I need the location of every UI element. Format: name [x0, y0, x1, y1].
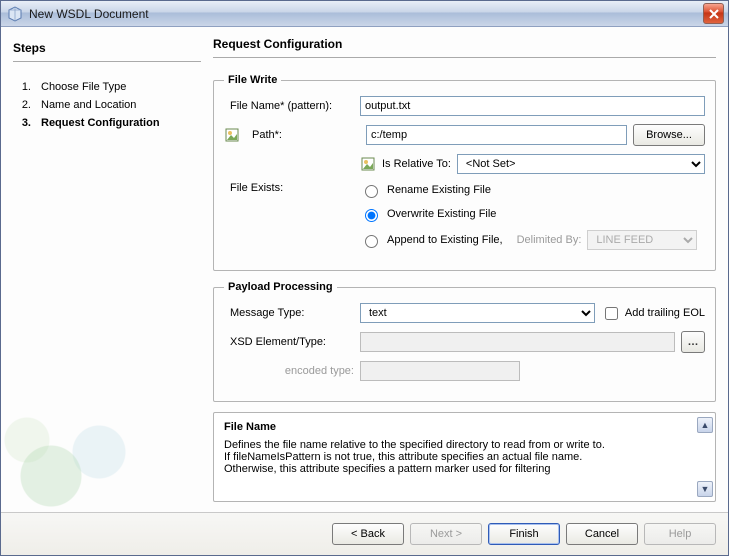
is-relative-label: Is Relative To:: [382, 158, 451, 170]
description-line: If fileNameIsPattern is not true, this a…: [224, 451, 705, 463]
payload-legend: Payload Processing: [224, 281, 337, 293]
dialog-footer: < Back Next > Finish Cancel Help: [1, 512, 728, 555]
radio-overwrite-input[interactable]: [365, 209, 378, 222]
xsd-label: XSD Element/Type:: [224, 336, 354, 348]
file-name-label: File Name* (pattern):: [224, 100, 354, 112]
radio-append[interactable]: Append to Existing File, Delimited By: L…: [360, 230, 697, 250]
description-line: Otherwise, this attribute specifies a pa…: [224, 463, 705, 475]
decorative-bubbles: [3, 392, 163, 512]
steps-list: 1. Choose File Type 2. Name and Location…: [13, 78, 201, 132]
cancel-button[interactable]: Cancel: [566, 523, 638, 545]
step-label: Name and Location: [41, 99, 136, 111]
steps-heading: Steps: [13, 41, 201, 62]
file-exists-label: File Exists:: [224, 182, 354, 194]
payload-group: Payload Processing Message Type: text Ad…: [213, 281, 716, 402]
path-icon: [224, 127, 240, 143]
delimited-by-label: Delimited By:: [517, 234, 582, 246]
message-type-label: Message Type:: [224, 307, 354, 319]
add-trailing-eol-checkbox[interactable]: [605, 307, 618, 320]
help-button: Help: [644, 523, 716, 545]
xsd-browse-button[interactable]: …: [681, 331, 705, 353]
delimiter-select: LINE FEED: [587, 230, 697, 250]
add-trailing-eol[interactable]: Add trailing EOL: [601, 304, 705, 323]
steps-panel: 1. Choose File Type 2. Name and Location…: [13, 74, 201, 502]
close-button[interactable]: [703, 3, 724, 24]
file-name-input[interactable]: [360, 96, 705, 116]
step-item: 1. Choose File Type: [13, 78, 201, 96]
description-panel: File Name Defines the file name relative…: [213, 412, 716, 502]
step-item: 2. Name and Location: [13, 96, 201, 114]
page-title: Request Configuration: [213, 37, 716, 58]
radio-rename-input[interactable]: [365, 185, 378, 198]
file-write-group: File Write File Name* (pattern): Path*: …: [213, 74, 716, 271]
file-write-legend: File Write: [224, 74, 281, 86]
radio-rename[interactable]: Rename Existing File: [360, 182, 697, 198]
scroll-up-button[interactable]: ▲: [697, 417, 713, 433]
back-button[interactable]: < Back: [332, 523, 404, 545]
step-label: Choose File Type: [41, 81, 126, 93]
radio-overwrite[interactable]: Overwrite Existing File: [360, 206, 697, 222]
xsd-input: [360, 332, 675, 352]
description-line: Defines the file name relative to the sp…: [224, 439, 705, 451]
step-label: Request Configuration: [41, 117, 160, 129]
relative-icon: [360, 156, 376, 172]
encoded-type-input: [360, 361, 520, 381]
path-input[interactable]: [366, 125, 627, 145]
step-item-current: 3. Request Configuration: [13, 114, 201, 132]
browse-button[interactable]: Browse...: [633, 124, 705, 146]
scroll-down-button[interactable]: ▼: [697, 481, 713, 497]
description-title: File Name: [224, 421, 705, 433]
message-type-select[interactable]: text: [360, 303, 595, 323]
dialog-content: Steps Request Configuration 1. Choose Fi…: [1, 27, 728, 512]
titlebar: New WSDL Document: [1, 1, 728, 27]
next-button: Next >: [410, 523, 482, 545]
path-label: Path*:: [246, 129, 360, 141]
window-title: New WSDL Document: [29, 7, 703, 21]
finish-button[interactable]: Finish: [488, 523, 560, 545]
description-scrollbar[interactable]: ▲ ▼: [697, 417, 713, 497]
is-relative-select[interactable]: <Not Set>: [457, 154, 705, 174]
radio-append-input[interactable]: [365, 235, 378, 248]
dialog-window: New WSDL Document Steps Request Configur…: [0, 0, 729, 556]
main-panel: File Write File Name* (pattern): Path*: …: [213, 74, 716, 502]
app-icon: [7, 6, 23, 22]
encoded-type-label: encoded type:: [224, 365, 354, 377]
